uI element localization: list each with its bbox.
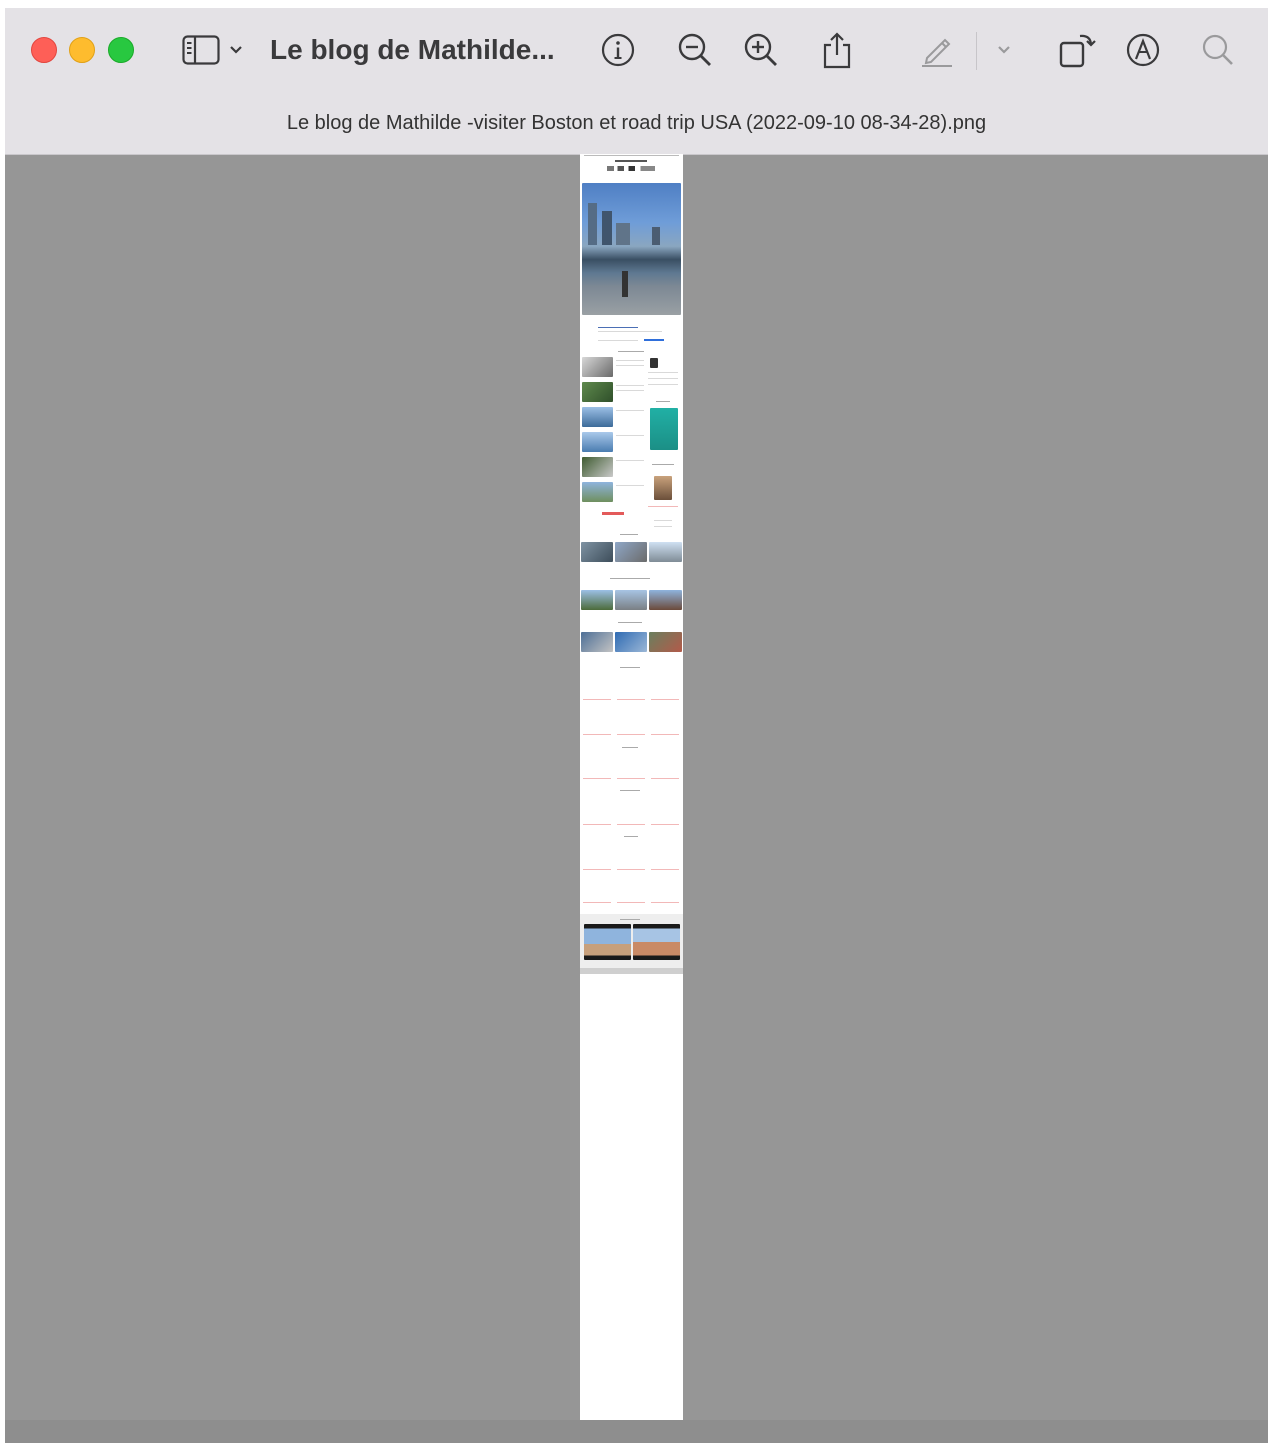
zoom-out-icon[interactable] (677, 30, 713, 70)
sidebar-icon[interactable] (181, 30, 221, 70)
rotate-icon[interactable] (1057, 30, 1097, 70)
chevron-down-icon[interactable] (995, 30, 1013, 70)
file-name-label: Le blog de Mathilde -visiter Boston et r… (286, 112, 987, 134)
close-button[interactable] (31, 37, 57, 63)
preview-window: Le blog de Mathilde... Le blog de Mathil… (5, 8, 1268, 1443)
title-bar: Le blog de Mathilde... Le blog de Mathil… (5, 8, 1268, 155)
info-icon[interactable] (600, 30, 636, 70)
boston-guide-cover (650, 408, 678, 450)
markup-pen-icon[interactable] (918, 30, 956, 70)
hero-photo (582, 183, 681, 315)
toolbar-divider (976, 32, 977, 70)
document-title: Le blog de Mathilde... (270, 34, 555, 65)
document-page[interactable] (580, 154, 683, 1443)
share-icon[interactable] (819, 30, 855, 70)
chevron-down-icon[interactable] (227, 30, 245, 70)
minimize-button[interactable] (69, 37, 95, 63)
maximize-button[interactable] (108, 37, 134, 63)
annotate-icon[interactable] (1125, 30, 1161, 70)
window-bottom-edge (5, 1420, 1268, 1443)
search-icon[interactable] (1200, 30, 1236, 70)
zoom-in-icon[interactable] (743, 30, 779, 70)
